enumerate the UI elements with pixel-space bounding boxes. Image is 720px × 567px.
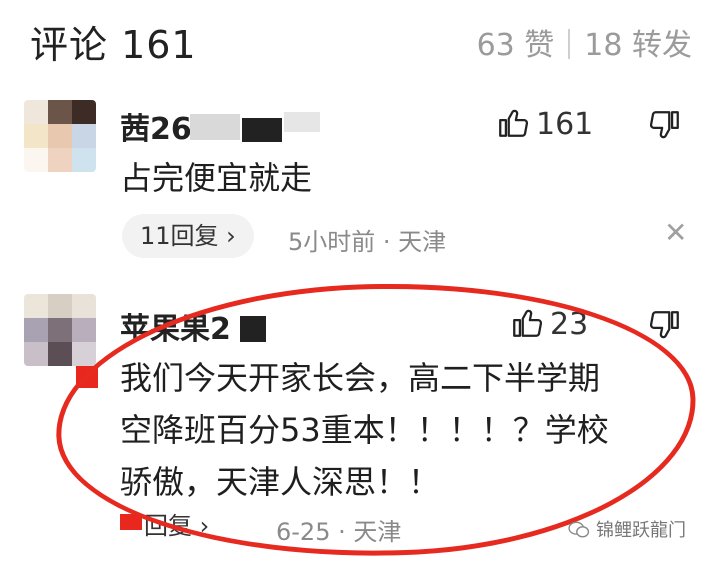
close-icon[interactable]: ✕: [664, 216, 687, 249]
watermark-text: 锦鲤跃龍门: [596, 520, 686, 541]
thumbs-up-icon: [499, 109, 529, 137]
username-redaction: [190, 112, 320, 142]
comment-username[interactable]: 茜26: [120, 104, 192, 148]
wechat-icon: [568, 521, 590, 538]
like-count: 161: [536, 107, 594, 142]
thumbs-down-icon: [649, 111, 679, 139]
comment-meta: 5小时前 · 天津: [288, 228, 447, 256]
comment-text: 占完便宜就走: [120, 159, 313, 197]
likes-count[interactable]: 63 赞: [477, 28, 555, 63]
thumbs-down-icon: [649, 311, 679, 339]
watermark: 锦鲤跃龍门: [568, 516, 686, 542]
comments-title: 评论 161: [30, 23, 197, 67]
stats-bar: 63 赞 18 转发: [477, 20, 692, 64]
avatar[interactable]: [24, 294, 96, 366]
dislike-button[interactable]: [648, 108, 682, 146]
comments-header: 评论 161 63 赞 18 转发: [0, 0, 720, 84]
like-button[interactable]: 161: [496, 106, 593, 142]
replies-button[interactable]: 11回复 ›: [122, 214, 254, 258]
stats-divider: [568, 29, 571, 59]
avatar[interactable]: [24, 100, 96, 172]
reposts-count[interactable]: 18 转发: [584, 28, 692, 63]
comment-item: 茜26 161 占完便宜就走 11回复 › 5小时前 · 天津 ✕: [0, 84, 720, 284]
